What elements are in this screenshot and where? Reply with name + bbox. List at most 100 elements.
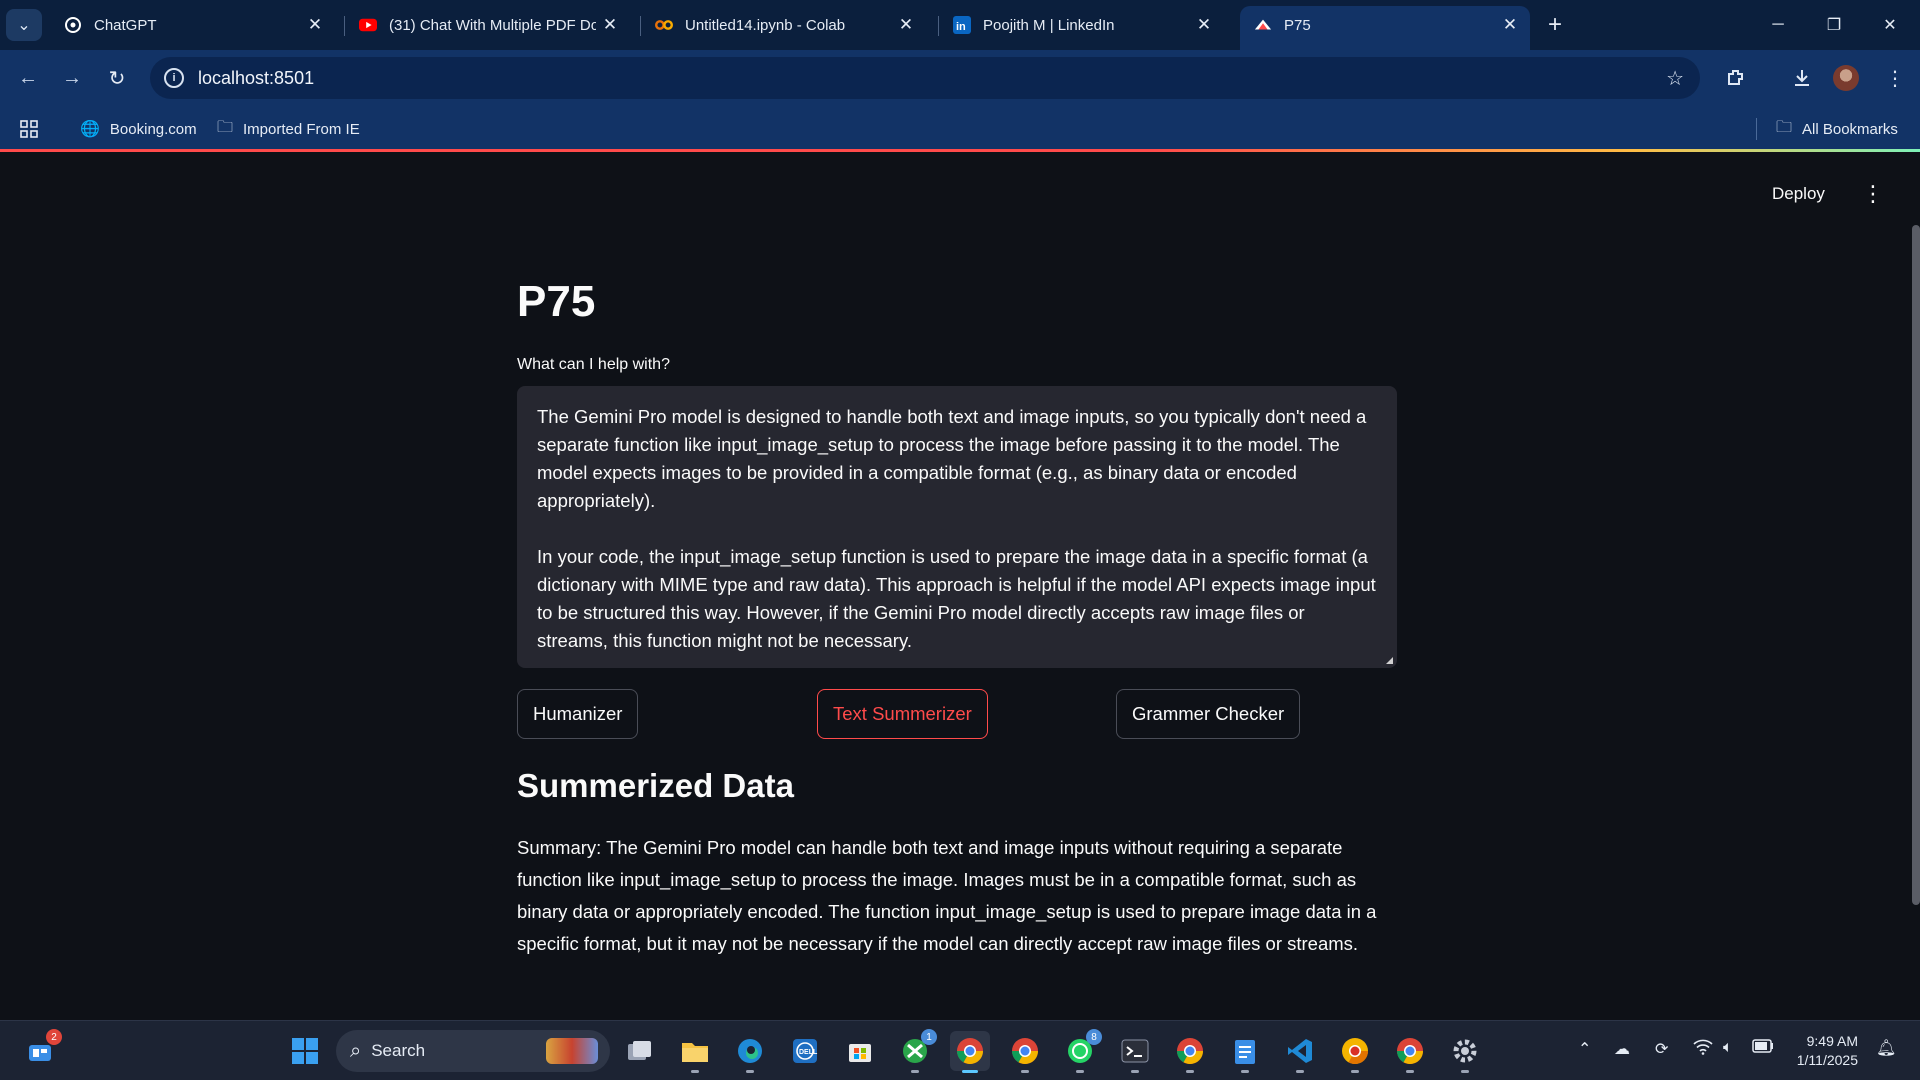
dell-icon[interactable]: DELL: [785, 1031, 825, 1071]
forward-button[interactable]: →: [54, 60, 90, 96]
textarea-paragraph: The Gemini Pro model is designed to hand…: [537, 406, 1367, 511]
page-scrollbar[interactable]: [1912, 225, 1920, 905]
running-indicator: [1406, 1070, 1414, 1073]
onedrive-icon[interactable]: ☁: [1614, 1039, 1630, 1059]
running-indicator: [1021, 1070, 1029, 1073]
restore-icon: ❐: [1826, 17, 1842, 34]
microsoft-store-icon[interactable]: [840, 1031, 880, 1071]
start-button[interactable]: [285, 1031, 325, 1071]
close-icon[interactable]: ✕: [1496, 11, 1524, 39]
widgets-icon[interactable]: 2: [20, 1029, 62, 1071]
new-tab-button[interactable]: +: [1540, 10, 1570, 40]
xbox-icon[interactable]: 1: [895, 1029, 937, 1073]
prompt-textarea[interactable]: The Gemini Pro model is designed to hand…: [517, 386, 1397, 668]
battery-icon[interactable]: [1752, 1039, 1774, 1058]
close-icon[interactable]: ✕: [892, 11, 920, 39]
tab-youtube[interactable]: (31) Chat With Multiple PDF Do ✕: [345, 6, 630, 44]
minimize-button[interactable]: ─: [1750, 0, 1806, 50]
streamlit-app: Deploy ⋮ P75 What can I help with? The G…: [0, 155, 1920, 1020]
system-clock[interactable]: 9:49 AM 1/11/2025: [1792, 1032, 1858, 1070]
site-info-icon[interactable]: i: [164, 68, 184, 88]
textarea-paragraph: In your code, the input_image_setup func…: [537, 546, 1376, 651]
clock-time: 9:49 AM: [1806, 1033, 1858, 1049]
app-menu-icon[interactable]: ⋮: [1862, 181, 1884, 207]
search-icon: ⌕: [350, 1039, 362, 1062]
file-explorer-icon[interactable]: [675, 1031, 715, 1073]
taskbar-search[interactable]: ⌕ Search: [336, 1030, 610, 1072]
all-bookmarks[interactable]: 🗀 All Bookmarks: [1776, 116, 1898, 142]
grammar-checker-button[interactable]: Grammer Checker: [1116, 689, 1301, 739]
running-indicator: [746, 1070, 754, 1073]
terminal-icon[interactable]: [1115, 1031, 1155, 1073]
whatsapp-icon[interactable]: 8: [1060, 1029, 1102, 1073]
vscode-icon[interactable]: [1280, 1031, 1320, 1073]
summary-heading: Summerized Data: [517, 767, 794, 804]
chrome-profile-p-icon[interactable]: [1170, 1031, 1210, 1073]
running-indicator: [1296, 1070, 1304, 1073]
arrow-left-icon: ←: [18, 66, 38, 89]
bookmark-label: Imported From IE: [243, 120, 360, 138]
humanizer-button[interactable]: Humanizer: [517, 689, 639, 739]
back-button[interactable]: ←: [10, 60, 46, 96]
running-indicator: [1186, 1070, 1194, 1073]
chrome-icon[interactable]: [950, 1031, 990, 1073]
chevron-down-icon: ⌄: [17, 17, 31, 34]
summary-text: Summary: The Gemini Pro model can handle…: [517, 837, 1377, 954]
close-icon: ✕: [1883, 17, 1897, 34]
tab-title: (31) Chat With Multiple PDF Do: [389, 16, 596, 34]
tab-title: Poojith M | LinkedIn: [983, 16, 1115, 34]
notification-bell-icon[interactable]: 🔔︎: [1876, 1038, 1896, 1058]
bookmark-booking[interactable]: 🌐 Booking.com: [80, 116, 197, 142]
text-summarizer-button[interactable]: Text Summerizer: [817, 689, 988, 739]
resize-handle[interactable]: [1386, 657, 1393, 664]
close-window-button[interactable]: ✕: [1862, 0, 1918, 50]
close-icon[interactable]: ✕: [301, 11, 329, 39]
deploy-button[interactable]: Deploy: [1772, 184, 1825, 204]
browser-toolbar: ← → ↻ i localhost:8501 ☆ ⋮: [0, 50, 1920, 106]
reload-button[interactable]: ↻: [99, 60, 135, 96]
task-view-icon[interactable]: [620, 1031, 660, 1071]
download-icon[interactable]: [1787, 63, 1817, 93]
chrome-profile-o-icon[interactable]: [1390, 1031, 1430, 1073]
input-label: What can I help with?: [517, 356, 670, 373]
running-indicator: [962, 1070, 978, 1073]
tab-title: P75: [1284, 16, 1311, 34]
extensions-icon[interactable]: [1721, 63, 1751, 93]
tab-chatgpt[interactable]: ChatGPT ✕: [50, 6, 335, 44]
notification-badge: 1: [921, 1029, 937, 1045]
tab-colab[interactable]: Untitled14.ipynb - Colab ✕: [641, 6, 926, 44]
chevron-up-icon[interactable]: ⌃: [1578, 1039, 1591, 1059]
tab-p75[interactable]: P75 ✕: [1240, 6, 1530, 50]
chrome-profile-d-icon[interactable]: [1005, 1031, 1045, 1073]
tab-linkedin[interactable]: in Poojith M | LinkedIn ✕: [939, 6, 1224, 44]
profile-avatar[interactable]: [1833, 65, 1859, 91]
search-highlight-icon: [546, 1038, 598, 1064]
notification-badge: 8: [1086, 1029, 1102, 1045]
bookmark-imported-from-ie[interactable]: 🗀 Imported From IE: [217, 116, 360, 142]
wifi-icon[interactable]: [1693, 1039, 1713, 1060]
address-bar[interactable]: i localhost:8501 ☆: [150, 57, 1700, 99]
notepad-icon[interactable]: [1225, 1031, 1265, 1073]
apps-icon[interactable]: [20, 116, 38, 142]
plus-icon: +: [1547, 11, 1562, 38]
streamlit-icon: [1254, 16, 1272, 34]
settings-icon[interactable]: [1445, 1031, 1485, 1073]
browser-menu-icon[interactable]: ⋮: [1880, 63, 1910, 93]
globe-icon: 🌐: [80, 121, 100, 138]
running-indicator: [1076, 1070, 1084, 1073]
close-icon[interactable]: ✕: [596, 11, 624, 39]
running-indicator: [1351, 1070, 1359, 1073]
chrome-canary-icon[interactable]: [1335, 1031, 1375, 1073]
tab-search-button[interactable]: ⌄: [6, 9, 42, 41]
volume-icon[interactable]: 🔈︎: [1723, 1039, 1733, 1057]
running-indicator: [691, 1070, 699, 1073]
restore-button[interactable]: ❐: [1806, 0, 1862, 50]
search-placeholder: Search: [371, 1041, 426, 1060]
edge-icon[interactable]: [730, 1031, 770, 1073]
bookmark-star-icon[interactable]: ☆: [1666, 66, 1684, 91]
running-indicator: [911, 1070, 919, 1073]
arrow-right-icon: →: [62, 66, 82, 89]
sync-icon[interactable]: ⟳: [1655, 1039, 1668, 1059]
url-text: localhost:8501: [198, 67, 315, 88]
close-icon[interactable]: ✕: [1190, 11, 1218, 39]
